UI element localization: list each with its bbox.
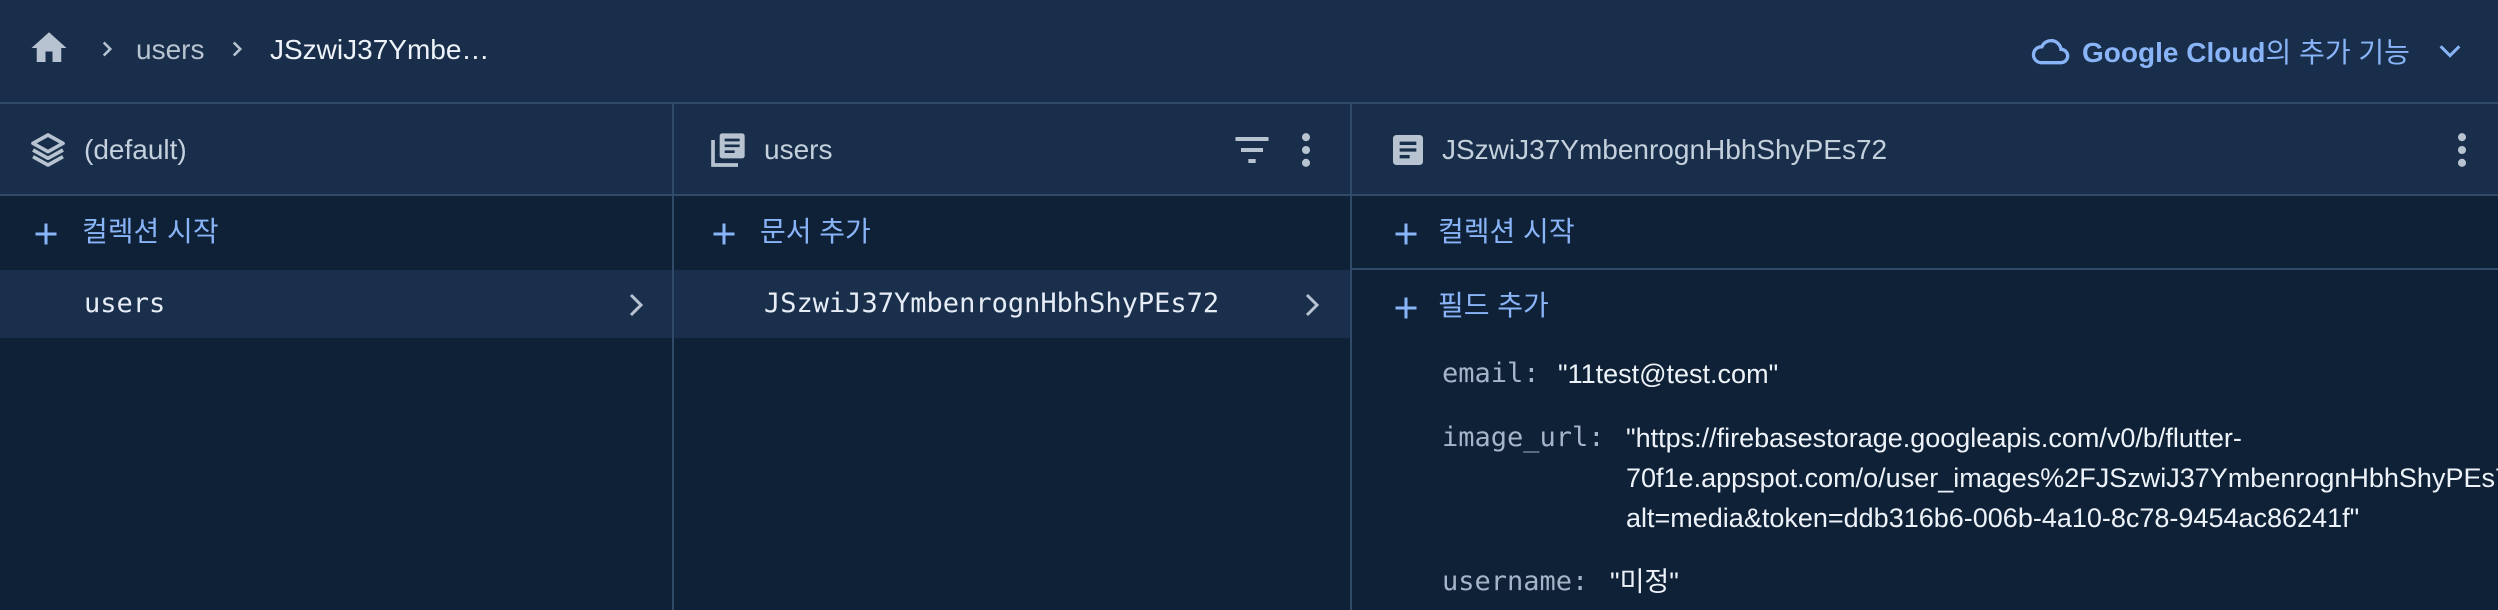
root-panel-header: (default) bbox=[0, 104, 672, 196]
more-vert-icon[interactable] bbox=[2440, 128, 2484, 172]
cloud-icon bbox=[2031, 39, 2070, 65]
chevron-right-icon bbox=[102, 41, 113, 57]
home-icon[interactable] bbox=[28, 27, 70, 69]
plus-icon bbox=[35, 223, 57, 245]
breadcrumb-document[interactable]: JSzwiJ37Ymbe… bbox=[270, 30, 489, 70]
collection-item-label: users bbox=[84, 288, 166, 319]
document-item-label: JSzwiJ37YmbenrognHbhShyPEs72 bbox=[764, 288, 1220, 319]
document-icon bbox=[1393, 135, 1423, 165]
list-item[interactable]: JSzwiJ37YmbenrognHbhShyPEs72 bbox=[674, 270, 1350, 338]
start-collection-label: 컬렉션 시작 bbox=[1438, 216, 1575, 247]
collection-panel-title: users bbox=[764, 134, 833, 165]
collection-panel-header: users bbox=[674, 104, 1350, 196]
collection-panel: users 문서 추가 JSzwiJ37YmbenrognHbhShyPEs72 bbox=[674, 104, 1352, 610]
document-panel: JSzwiJ37YmbenrognHbhShyPEs72 컬렉션 시작 필드 추… bbox=[1352, 104, 2498, 610]
top-bar: users JSzwiJ37Ymbe… Google Cloud의 추가 기능 bbox=[0, 0, 2498, 104]
field-value-line: "https://firebasestorage.googleapis.com/… bbox=[1626, 423, 2242, 453]
cloud-brand: Google Cloud bbox=[2082, 37, 2266, 68]
root-panel: (default) 컬렉션 시작 users bbox=[0, 104, 674, 610]
add-field-button[interactable]: 필드 추가 bbox=[1352, 270, 2498, 344]
add-document-button[interactable]: 문서 추가 bbox=[674, 196, 1350, 270]
field-value: "11test@test.com" bbox=[1558, 359, 1779, 389]
add-field-label: 필드 추가 bbox=[1438, 290, 1549, 321]
document-panel-header: JSzwiJ37YmbenrognHbhShyPEs72 bbox=[1352, 104, 2498, 196]
document-panel-title: JSzwiJ37YmbenrognHbhShyPEs72 bbox=[1442, 134, 1888, 165]
field-key: username: bbox=[1442, 566, 1589, 597]
add-document-label: 문서 추가 bbox=[760, 216, 871, 247]
plus-icon bbox=[713, 223, 735, 245]
collection-icon bbox=[711, 133, 745, 167]
field-key: email: bbox=[1442, 358, 1540, 389]
plus-icon bbox=[1395, 297, 1417, 319]
field-value-line: alt=media&token=ddb316b6-006b-4a10-8c78-… bbox=[1626, 503, 2360, 533]
chevron-right-icon bbox=[629, 293, 644, 317]
more-vert-icon[interactable] bbox=[1284, 128, 1328, 172]
field-value: "미정" bbox=[1610, 567, 1679, 597]
filter-icon[interactable] bbox=[1230, 128, 1274, 172]
start-collection-button[interactable]: 컬렉션 시작 bbox=[0, 196, 672, 270]
chevron-down-icon bbox=[2439, 45, 2461, 58]
chevron-right-icon bbox=[232, 41, 243, 57]
google-cloud-extensions-button[interactable]: Google Cloud의 추가 기능 bbox=[2030, 30, 2464, 72]
field-key: image_url: bbox=[1442, 422, 1605, 453]
database-stack-icon bbox=[31, 133, 65, 167]
start-collection-label: 컬렉션 시작 bbox=[82, 216, 219, 247]
list-item[interactable]: users bbox=[0, 270, 672, 338]
breadcrumb-collection[interactable]: users bbox=[136, 30, 204, 70]
start-collection-button[interactable]: 컬렉션 시작 bbox=[1352, 196, 2498, 270]
plus-icon bbox=[1395, 223, 1417, 245]
cloud-suffix: 의 추가 기능 bbox=[2265, 37, 2410, 68]
chevron-right-icon bbox=[1305, 293, 1320, 317]
root-panel-title: (default) bbox=[84, 134, 187, 165]
field-value-line: 70f1e.appspot.com/o/user_images%2FJSzwiJ… bbox=[1626, 463, 2498, 493]
